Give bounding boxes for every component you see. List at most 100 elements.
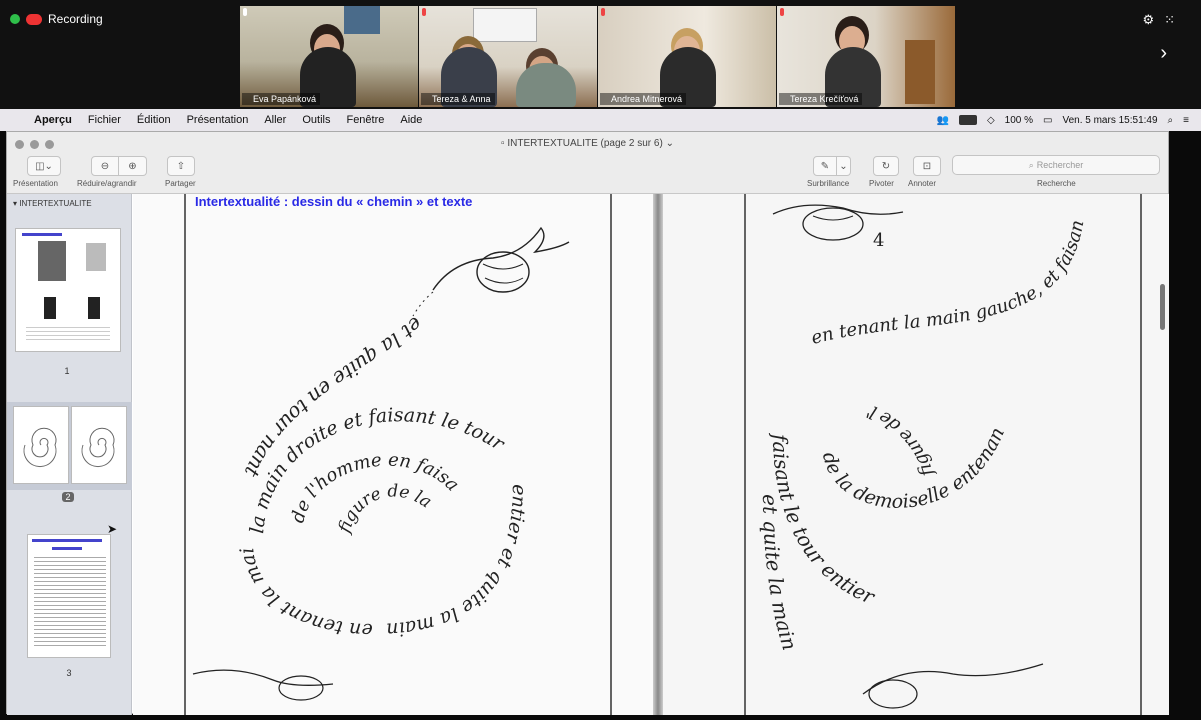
chevron-down-icon[interactable]: ⌄ — [666, 138, 674, 149]
menu-item-tools[interactable]: Outils — [294, 114, 338, 126]
hand-drawing-icon — [432, 226, 570, 293]
page-thumbnail[interactable] — [27, 534, 111, 658]
participant-body — [516, 63, 576, 107]
page-thumbnail-right[interactable] — [71, 406, 127, 484]
sidebar-icon: ◫⌄ — [35, 160, 53, 172]
zoom-out-button[interactable]: ⊖ — [91, 156, 119, 176]
zoom-label: Réduire/agrandir — [77, 179, 137, 188]
spiral-text-line: et la quite en tour nant — [239, 312, 427, 481]
participant-tile[interactable]: Andrea Mitnerová — [598, 6, 776, 107]
recording-indicator[interactable]: Recording — [10, 12, 103, 26]
thumb-heading — [22, 233, 62, 236]
gear-icon[interactable]: ⚙ — [1142, 12, 1154, 28]
spiral-text-line: figure de l'homme — [654, 194, 938, 481]
thumb-image — [38, 241, 66, 281]
svg-text:de la demoiselle entenant la m: de la demoiselle entenant la main gauche… — [663, 194, 1009, 513]
toolbox-icon: ⊡ — [922, 160, 932, 172]
recording-label: Recording — [48, 12, 103, 26]
annotate-button[interactable]: ⊡ — [913, 156, 941, 176]
share-label: Partager — [165, 179, 196, 188]
sidebar-toggle-button[interactable]: ◫⌄ — [27, 156, 61, 176]
menu-item-file[interactable]: Fichier — [80, 114, 129, 126]
annotate-group: ⊡ — [913, 156, 941, 176]
search-field[interactable]: ⌕ Rechercher — [952, 155, 1160, 175]
participant-name: Tereza & Anna — [421, 93, 495, 105]
highlight-button[interactable]: ✎ — [813, 156, 837, 176]
page-number: 1 — [64, 366, 70, 376]
participant-tile[interactable]: Tereza Krečíťová — [777, 6, 955, 107]
sidebar-toggle-group: ◫⌄ — [27, 156, 61, 176]
highlight-label: Surbrillance — [807, 179, 850, 188]
mic-muted-icon — [780, 8, 784, 16]
search-placeholder: Rechercher — [1036, 160, 1084, 170]
highlight-menu-button[interactable]: ⌄ — [837, 156, 851, 176]
zoom-in-button[interactable]: ⊕ — [119, 156, 147, 176]
window-toolbar: ▫ INTERTEXTUALITE (page 2 sur 6) ⌄ ◫⌄ ⊖ … — [7, 132, 1168, 194]
menu-item-edit[interactable]: Édition — [129, 114, 179, 126]
thumbnail-sidebar: ▾ INTERTEXTUALITE 1 2 3 ➤ — [7, 194, 132, 715]
users-icon[interactable]: 👥 — [937, 115, 949, 126]
page-number-selected: 2 — [62, 492, 74, 502]
spiral-drawing-right: 4 figure de l'homme de la demoiselle ent… — [654, 194, 1142, 715]
svg-text:en tenant la main gauche, et f: en tenant la main gauche, et faisant le … — [663, 194, 1088, 349]
share-icon: ⇧ — [176, 160, 186, 172]
clock[interactable]: Ven. 5 mars 15:51:49 — [1062, 115, 1157, 126]
rotate-button[interactable]: ↻ — [873, 156, 899, 176]
status-area: 👥 ◇ 100 % ▭ Ven. 5 mars 15:51:49 ⌕ ≡ — [937, 115, 1201, 126]
page-number-label: 4 — [873, 230, 884, 251]
thumb-text — [34, 557, 106, 647]
whiteboard — [473, 8, 537, 42]
annotate-label: Annoter — [908, 179, 937, 188]
wifi-icon[interactable]: ◇ — [987, 115, 995, 126]
battery-icon: ▭ — [1043, 114, 1053, 126]
document-viewer[interactable]: et la quite en tour nant la main droite … — [133, 194, 1169, 715]
disclosure-triangle-icon: ▾ — [13, 199, 18, 208]
spiral-text-line: figure de la demoiselle — [133, 194, 441, 537]
preview-window: ▫ INTERTEXTUALITE (page 2 sur 6) ⌄ ◫⌄ ⊖ … — [6, 131, 1169, 715]
thumb-image — [88, 297, 100, 319]
share-group: ⇧ — [167, 156, 195, 176]
participant-tile[interactable]: Eva Papánková — [240, 6, 418, 107]
grid-icon[interactable]: ⁙ — [1164, 12, 1175, 28]
mic-muted-icon — [601, 8, 605, 16]
thumb-heading — [52, 547, 82, 550]
pdf-file-icon: ▫ — [501, 138, 505, 149]
pen-icon: ✎ — [820, 160, 830, 172]
rotate-icon: ↻ — [881, 160, 891, 172]
spiral-thumb — [23, 427, 57, 467]
share-button[interactable]: ⇧ — [167, 156, 195, 176]
menu-item-view[interactable]: Présentation — [179, 114, 257, 126]
rotate-label: Pivoter — [869, 179, 894, 188]
zoom-out-icon: ⊖ — [100, 160, 110, 172]
battery-label[interactable]: 100 % — [1005, 115, 1033, 126]
screen: Recording Eva Papánková Tereza & Anna An… — [0, 0, 1201, 720]
pdf-page-left: et la quite en tour nant la main droite … — [133, 194, 653, 715]
wall-picture — [344, 6, 380, 34]
spiral-thumb — [81, 427, 115, 467]
sidebar-heading[interactable]: ▾ INTERTEXTUALITE — [13, 199, 92, 208]
svg-text:entier et quite la main: entier et quite la main — [386, 484, 530, 641]
menu-bar: Aperçu Fichier Édition Présentation Alle… — [0, 109, 1201, 131]
menu-item-go[interactable]: Aller — [256, 114, 294, 126]
document-heading: Intertextualité : dessin du « chemin » e… — [195, 194, 473, 209]
thumb-heading — [32, 539, 102, 542]
participant-tile[interactable]: Tereza & Anna — [419, 6, 597, 107]
page-thumbnail[interactable] — [15, 228, 121, 352]
search-label: Recherche — [1037, 179, 1076, 188]
svg-text:figure de l'homme: figure de l'homme — [663, 194, 939, 481]
search-icon: ⌕ — [1028, 159, 1034, 170]
menu-app-name[interactable]: Aperçu — [26, 114, 80, 126]
hand-drawing-icon — [862, 663, 1044, 709]
chevron-right-icon[interactable]: › — [1160, 42, 1167, 65]
svg-text:de l'homme en faisant: de l'homme en faisant — [133, 194, 463, 525]
vertical-scrollbar[interactable] — [1160, 284, 1165, 330]
spiral-text-line: de la demoiselle entenant la main gauche… — [654, 194, 1009, 513]
menu-item-help[interactable]: Aide — [392, 114, 430, 126]
menu-item-window[interactable]: Fenêtre — [338, 114, 392, 126]
screen-share-icon[interactable] — [958, 115, 977, 125]
control-center-icon[interactable]: ≡ — [1183, 115, 1189, 126]
search-icon[interactable]: ⌕ — [1168, 115, 1174, 126]
hand-drawing-icon — [192, 669, 334, 701]
page-thumbnail-left[interactable] — [13, 406, 69, 484]
spiral-text-line: de l'homme en faisant — [133, 194, 463, 525]
